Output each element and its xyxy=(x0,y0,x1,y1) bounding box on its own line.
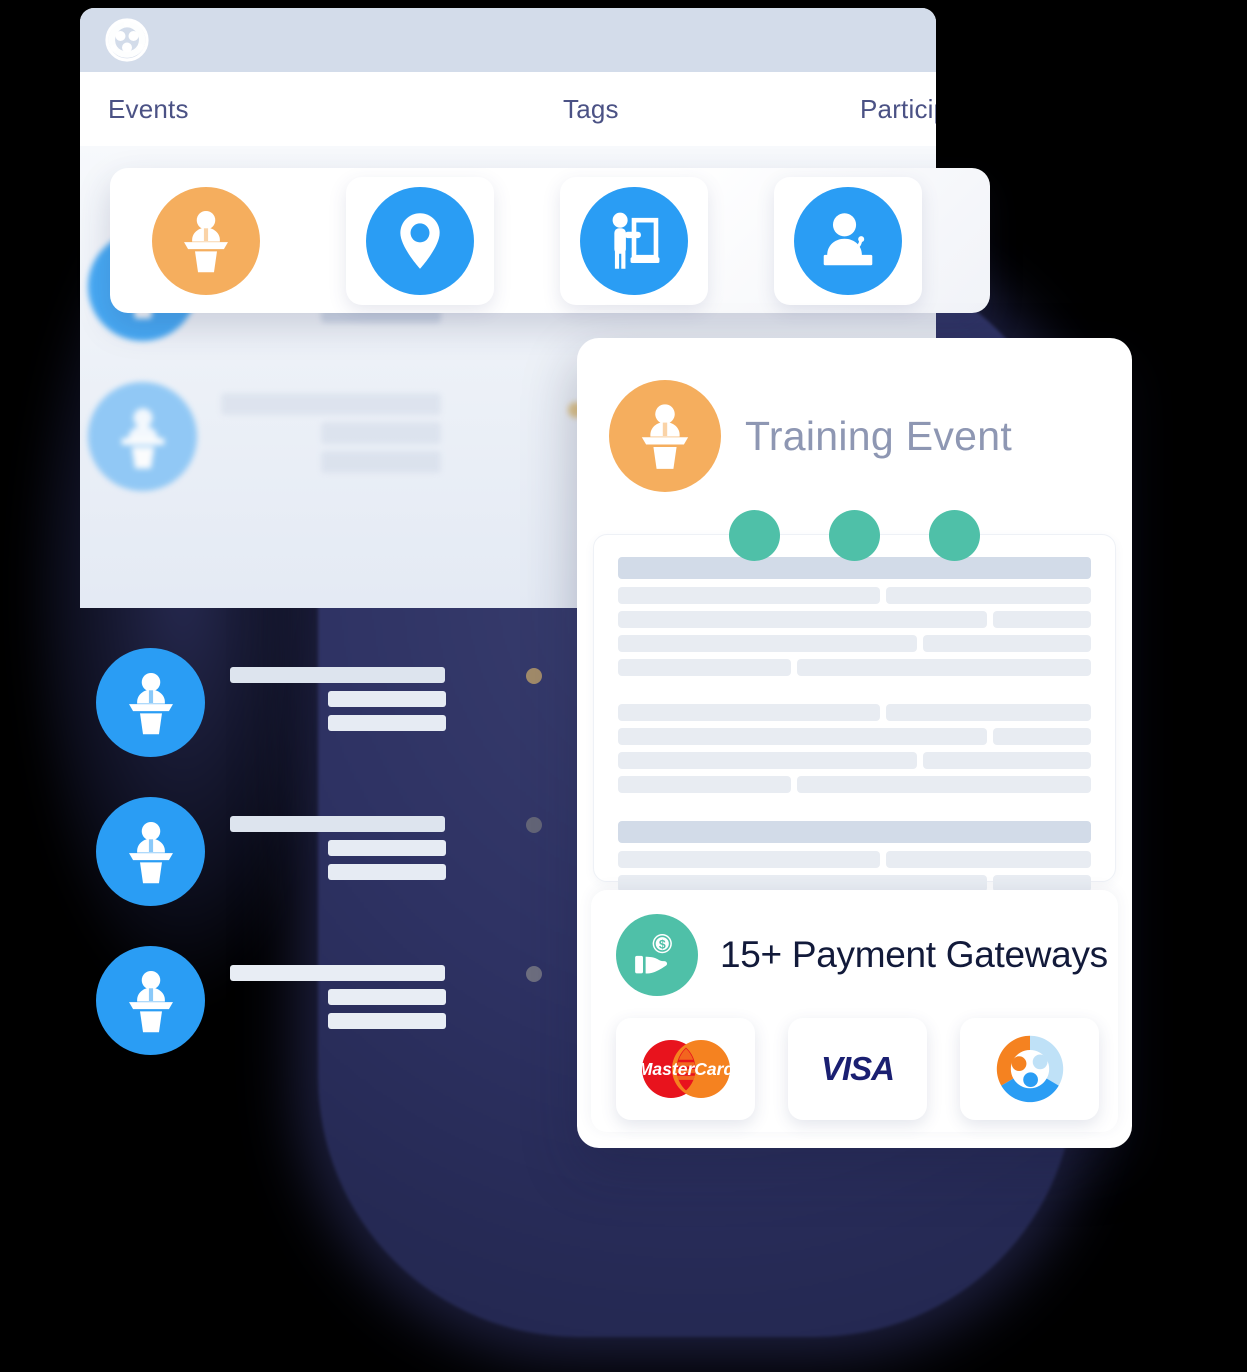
skeleton-row xyxy=(618,704,1091,721)
skeleton-cell xyxy=(796,776,1091,793)
list-item[interactable] xyxy=(96,628,566,777)
people-network-logo-icon[interactable] xyxy=(104,17,150,63)
brand-swirl-logo[interactable] xyxy=(960,1018,1099,1120)
tab-tags[interactable]: Tags xyxy=(563,94,619,125)
event-card-header: Training Event xyxy=(577,338,1132,492)
skeleton-cell xyxy=(618,851,880,868)
placeholder-bar xyxy=(328,1012,446,1029)
skeleton-cell xyxy=(618,752,917,769)
payment-gateways-heading: 15+ Payment Gateways xyxy=(720,934,1108,975)
icon-tile-location[interactable] xyxy=(346,176,494,305)
list-item-placeholder-bars xyxy=(230,815,550,888)
placeholder-bar xyxy=(230,815,445,832)
placeholder-bar xyxy=(321,451,441,473)
skeleton-cell xyxy=(796,659,1091,676)
skeleton-row xyxy=(618,635,1091,652)
event-detail-skeleton-panel xyxy=(593,534,1116,940)
skeleton-cell xyxy=(885,587,1091,604)
status-dot xyxy=(526,817,542,833)
presenter-board-icon xyxy=(580,186,688,295)
screenshot-root: Events Tags Participants xyxy=(0,0,1247,1372)
speaker-podium-icon xyxy=(96,797,205,906)
skeleton-row xyxy=(618,776,1091,793)
status-dot xyxy=(526,966,542,982)
skeleton-cell xyxy=(618,704,880,721)
visa-logo[interactable]: VISA xyxy=(788,1018,927,1120)
location-pin-icon xyxy=(366,186,474,295)
skeleton-cell xyxy=(885,851,1091,868)
placeholder-bar xyxy=(230,666,445,683)
visa-wordmark: VISA xyxy=(820,1050,895,1087)
icon-tile-speaker-desk[interactable] xyxy=(774,176,922,305)
skeleton-cell xyxy=(922,752,1091,769)
skeleton-row xyxy=(618,851,1091,868)
placeholder-bar xyxy=(328,863,446,880)
skeleton-row xyxy=(618,752,1091,769)
skeleton-row xyxy=(618,728,1091,745)
skeleton-row xyxy=(618,587,1091,604)
list-item-placeholder-bars xyxy=(221,393,441,480)
event-type-icon-strip xyxy=(110,168,990,313)
skeleton-cell xyxy=(618,776,791,793)
skeleton-cell xyxy=(618,587,880,604)
payment-logo-list: MasterCard VISA xyxy=(591,996,1118,1120)
placeholder-bar xyxy=(230,964,445,981)
skeleton-cell xyxy=(992,728,1091,745)
speaker-podium-icon xyxy=(152,186,260,295)
skeleton-cell xyxy=(618,611,987,628)
speaker-podium-icon xyxy=(88,382,197,491)
skeleton-header-bar xyxy=(618,821,1091,843)
tab-participants[interactable]: Participants xyxy=(860,94,936,125)
status-dot[interactable] xyxy=(729,510,780,561)
skeleton-group xyxy=(618,704,1091,793)
svg-text:$: $ xyxy=(659,937,666,951)
icon-tile-presenter-board[interactable] xyxy=(560,176,708,305)
status-dot xyxy=(526,668,542,684)
placeholder-bar xyxy=(328,839,446,856)
placeholder-bar xyxy=(221,393,441,415)
list-item[interactable] xyxy=(96,926,566,1075)
tab-bar: Events Tags Participants xyxy=(80,72,936,146)
placeholder-bar xyxy=(321,422,441,444)
event-list xyxy=(96,628,566,1075)
page-title: Training Event xyxy=(745,412,1013,459)
speaker-podium-icon xyxy=(96,648,205,757)
placeholder-bar xyxy=(328,714,446,731)
status-dots xyxy=(577,510,1132,561)
list-item[interactable] xyxy=(88,382,584,491)
payment-heading-row: $ 15+ Payment Gateways xyxy=(591,890,1118,996)
skeleton-row xyxy=(618,659,1091,676)
skeleton-cell xyxy=(885,704,1091,721)
speaker-podium-icon xyxy=(96,946,205,1055)
window-topbar xyxy=(80,8,936,72)
placeholder-bar xyxy=(328,690,446,707)
skeleton-row xyxy=(618,611,1091,628)
training-event-card: Training Event $ 15+ Payment Gateways Ma… xyxy=(577,338,1132,1148)
mastercard-logo[interactable]: MasterCard xyxy=(616,1018,755,1120)
skeleton-cell xyxy=(618,659,791,676)
status-dot[interactable] xyxy=(829,510,880,561)
skeleton-cell xyxy=(992,611,1091,628)
list-item-placeholder-bars xyxy=(230,964,550,1037)
speaker-podium-icon xyxy=(609,380,721,492)
list-item[interactable] xyxy=(96,777,566,926)
skeleton-group xyxy=(618,557,1091,676)
icon-tile-speaker-podium[interactable] xyxy=(132,176,280,305)
speaker-desk-mic-icon xyxy=(794,186,902,295)
status-dot[interactable] xyxy=(929,510,980,561)
placeholder-bar xyxy=(328,988,446,1005)
skeleton-cell xyxy=(922,635,1091,652)
hand-holding-coin-icon: $ xyxy=(616,914,698,996)
payment-gateways-panel: $ 15+ Payment Gateways MasterCard VISA xyxy=(591,890,1118,1132)
skeleton-cell xyxy=(618,635,917,652)
skeleton-cell xyxy=(618,728,987,745)
list-item-placeholder-bars xyxy=(230,666,550,739)
svg-text:MasterCard: MasterCard xyxy=(637,1059,734,1079)
tab-events[interactable]: Events xyxy=(108,94,189,125)
